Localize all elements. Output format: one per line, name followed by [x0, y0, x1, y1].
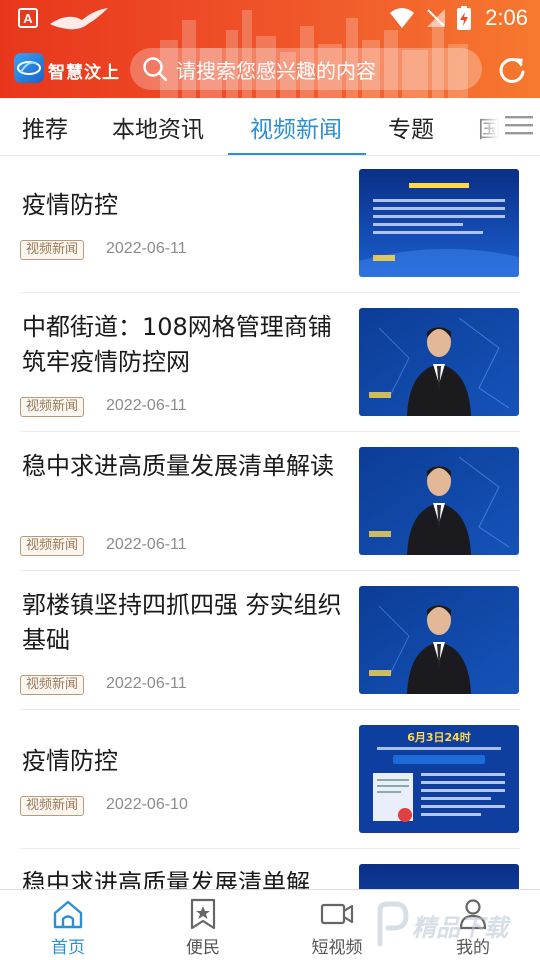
news-title: 疫情防控: [22, 191, 118, 219]
news-date: 2022-06-11: [106, 675, 187, 692]
news-list: 疫情防控 视频新闻 2022-06-11 中都街道：108网格管理商铺 筑牢疫情…: [0, 158, 540, 890]
news-title: 郭楼镇坚持四抓四强 夯实组织基础: [22, 591, 342, 654]
status-time: 2:06: [485, 5, 528, 30]
news-title: 疫情防控: [22, 747, 118, 775]
tab-local-news[interactable]: 本地资讯: [112, 110, 204, 144]
item-divider: [20, 570, 520, 571]
news-thumbnail: 6月3日24时: [359, 725, 519, 833]
watermark-logo-icon: [377, 901, 409, 947]
item-divider: [20, 292, 520, 293]
news-date: 2022-06-10: [106, 796, 188, 813]
svg-text:A: A: [23, 11, 33, 26]
news-title: 稳中求进高质量发展清单解: [22, 869, 310, 890]
news-tag: 视频新闻: [20, 536, 85, 556]
news-tag: 视频新闻: [20, 397, 85, 417]
item-divider: [20, 848, 520, 849]
home-icon: [53, 900, 83, 929]
news-item[interactable]: 稳中求进高质量发展清单解读 视频新闻 2022-06-11: [0, 436, 540, 575]
news-date: 2022-06-11: [106, 240, 187, 257]
news-title: 中都街道：108网格管理商铺 筑牢疫情防控网: [22, 313, 332, 376]
news-item[interactable]: 郭楼镇坚持四抓四强 夯实组织基础 视频新闻 2022-06-11: [0, 575, 540, 714]
bookmark-star-icon: [190, 898, 216, 930]
news-tag: 视频新闻: [20, 240, 85, 260]
news-item[interactable]: 疫情防控 视频新闻 2022-06-10 6月3日24时: [0, 714, 540, 853]
nav-home-label: 首页: [51, 938, 85, 958]
news-date: 2022-06-11: [106, 536, 187, 553]
slide-headline: 6月3日24时: [407, 730, 471, 744]
a-letter-icon: A: [18, 8, 38, 28]
news-item[interactable]: 稳中求进高质量发展清单解: [0, 853, 540, 890]
nav-short-video-label: 短视频: [311, 938, 363, 958]
search-icon: [143, 57, 168, 82]
tab-recommend[interactable]: 推荐: [22, 110, 68, 144]
news-thumbnail: [359, 169, 519, 277]
app-name: 智慧汶上: [48, 63, 120, 83]
bird-icon: [50, 8, 108, 30]
item-divider: [20, 709, 520, 710]
watermark: 精品下载: [370, 890, 540, 960]
battery-charging-icon: [457, 6, 472, 30]
status-bar: A 2:06: [0, 0, 540, 36]
news-item[interactable]: 中都街道：108网格管理商铺 筑牢疫情防控网 视频新闻 2022-06-11: [0, 297, 540, 436]
category-tabs: 推荐 本地资讯 视频新闻 专题 国: [0, 98, 540, 158]
refresh-icon[interactable]: [497, 55, 527, 85]
item-divider: [20, 431, 520, 432]
watermark-text: 精品下载: [412, 914, 508, 942]
news-item[interactable]: 疫情防控 视频新闻 2022-06-11: [0, 158, 540, 297]
tab-topics[interactable]: 专题: [388, 110, 434, 144]
news-tag: 视频新闻: [20, 796, 85, 816]
nav-services[interactable]: 便民: [153, 890, 253, 960]
tabs-divider: [0, 155, 540, 156]
news-thumbnail: [359, 447, 519, 555]
video-camera-icon: [320, 903, 354, 925]
news-thumbnail: [359, 308, 519, 416]
tab-video-news[interactable]: 视频新闻: [250, 110, 342, 144]
search-placeholder: 请搜索您感兴趣的内容: [176, 58, 376, 83]
app-logo: [14, 53, 44, 83]
no-signal-icon: [427, 9, 446, 27]
search-input[interactable]: 请搜索您感兴趣的内容: [130, 48, 482, 90]
nav-home[interactable]: 首页: [18, 890, 118, 960]
wifi-icon: [390, 8, 415, 28]
news-thumbnail: [359, 864, 519, 890]
news-tag: 视频新闻: [20, 675, 85, 695]
news-thumbnail: [359, 586, 519, 694]
logo-emblem-icon: [17, 61, 41, 75]
nav-services-label: 便民: [186, 938, 220, 958]
news-date: 2022-06-11: [106, 397, 187, 414]
app-header: A 2:06 智慧汶上 请搜索您感兴趣的内容: [0, 0, 540, 98]
status-indicators: 2:06: [389, 5, 528, 31]
news-title: 稳中求进高质量发展清单解读: [22, 452, 334, 480]
menu-icon[interactable]: [505, 115, 533, 135]
